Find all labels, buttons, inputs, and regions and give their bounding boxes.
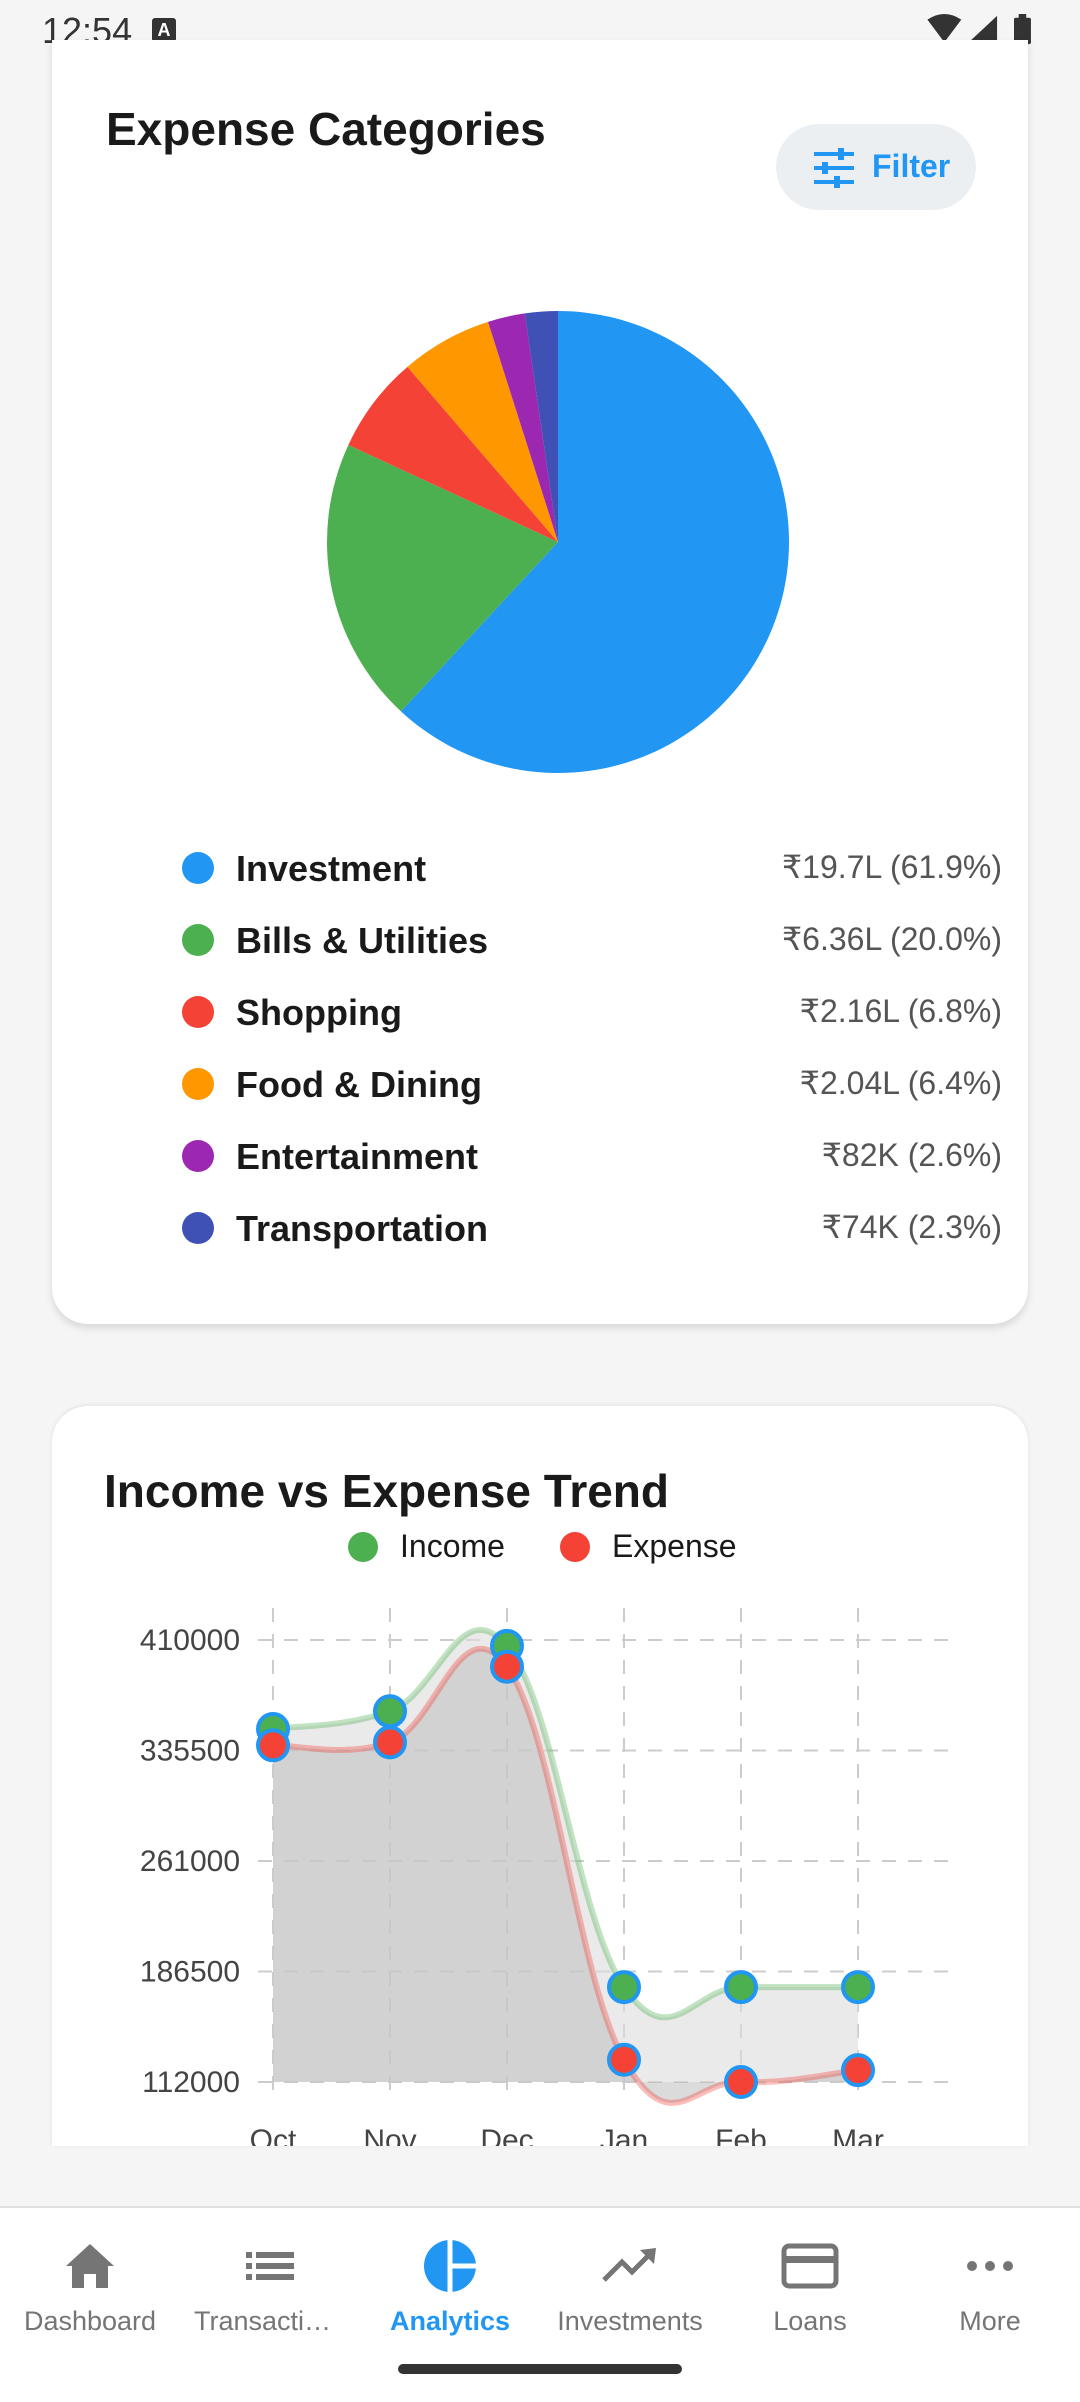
x-tick-label: Oct (250, 2124, 297, 2146)
nav-label-dashboard: Dashboard (23, 2306, 157, 2336)
y-tick-label: 335500 (140, 1735, 240, 1768)
nav-dashboard[interactable]: Dashboard (0, 2238, 180, 2348)
data-point-income[interactable] (841, 1970, 875, 2005)
y-tick-label: 410000 (140, 1624, 240, 1657)
x-tick-label: Jan (600, 2124, 648, 2146)
x-tick-label: Nov (363, 2124, 416, 2146)
list-icon (246, 2252, 294, 2280)
nav-analytics[interactable]: Analytics (360, 2238, 540, 2348)
nav-transactions[interactable]: Transactions (180, 2238, 360, 2348)
nav-label-more: More (959, 2306, 1021, 2336)
data-point-expense[interactable] (373, 1725, 407, 1760)
y-tick-label: 112000 (142, 2066, 240, 2099)
income-expense-area-chart: 410000 335500 261000 186500 112000 Oct Nov Dec J… (140, 1608, 958, 2146)
data-point-expense[interactable] (256, 1728, 290, 1763)
nav-more[interactable]: More (900, 2238, 1080, 2348)
trending-up-icon (602, 2248, 656, 2282)
y-tick-label: 261000 (140, 1845, 240, 1878)
nav-label-investments: Investments (557, 2306, 703, 2336)
more-horizontal-icon (967, 2261, 1013, 2271)
data-point-expense[interactable] (841, 2053, 875, 2088)
nav-label-transactions: Transactions (194, 2306, 348, 2336)
nav-label-analytics: Analytics (389, 2306, 511, 2336)
data-point-income[interactable] (607, 1970, 641, 2005)
pie-chart-icon (424, 2240, 476, 2292)
y-tick-label: 186500 (140, 1956, 240, 1989)
data-point-expense[interactable] (724, 2065, 758, 2099)
x-tick-label: Dec (480, 2124, 533, 2146)
data-point-income[interactable] (373, 1694, 407, 1729)
data-point-expense[interactable] (607, 2042, 641, 2077)
data-point-income[interactable] (724, 1970, 758, 2005)
data-point-expense[interactable] (490, 1649, 524, 1684)
x-tick-label: Mar (832, 2124, 884, 2146)
home-icon (66, 2244, 114, 2288)
nav-investments[interactable]: Investments (540, 2238, 720, 2348)
nav-loans[interactable]: Loans (720, 2238, 900, 2348)
x-tick-label: Feb (715, 2124, 767, 2146)
credit-card-icon (781, 2243, 839, 2289)
nav-label-loans: Loans (773, 2306, 847, 2336)
home-indicator (398, 2364, 682, 2374)
